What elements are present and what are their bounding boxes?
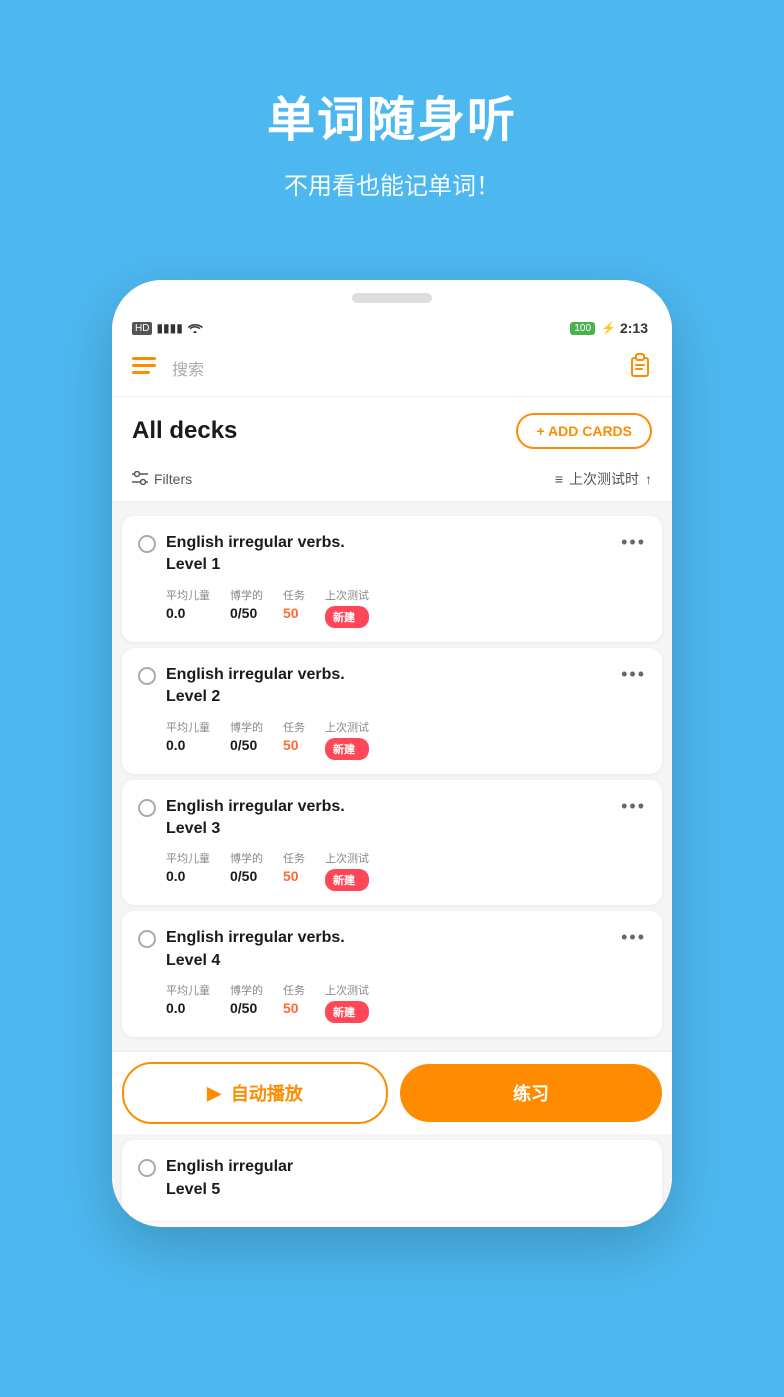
- deck-3-stats: 平均儿童 0.0 博学的 0/50 任务 50 上次测试: [138, 850, 646, 891]
- battery-indicator: 100: [570, 322, 595, 335]
- deck-card-3-header: English irregular verbs. Level 3 •••: [138, 796, 646, 841]
- stat-last-3: 上次测试 新建: [325, 850, 369, 891]
- stat-task-1: 任务 50: [283, 587, 305, 628]
- practice-label: 练习: [513, 1080, 549, 1106]
- hero-subtitle: 不用看也能记单词！: [284, 166, 500, 201]
- stat-last-4: 上次测试 新建: [325, 982, 369, 1023]
- deck-3-name-line2: Level 3: [166, 820, 220, 837]
- deck-partial-name: English irregular Level 5: [166, 1156, 293, 1201]
- bottom-buttons: ▶ 自动播放 练习: [112, 1051, 672, 1134]
- stat-avg-4: 平均儿童 0.0: [166, 982, 210, 1023]
- hd-label: HD: [132, 322, 152, 335]
- deck-4-checkbox[interactable]: [138, 930, 156, 948]
- stat-learned-1: 博学的 0/50: [230, 587, 263, 628]
- notch-pill: [352, 293, 432, 303]
- deck-1-more-button[interactable]: •••: [621, 532, 646, 553]
- deck-partial-checkbox[interactable]: [138, 1159, 156, 1177]
- deck-card-1-left: English irregular verbs. Level 1: [138, 532, 345, 577]
- deck-4-name: English irregular verbs. Level 4: [166, 927, 345, 972]
- deck-partial-name-line2: Level 5: [166, 1181, 220, 1198]
- signal-bars: ▮▮▮▮: [156, 321, 182, 335]
- sort-arrow: ↑: [645, 471, 652, 487]
- phone-frame: HD ▮▮▮▮ 100 ⚡ 2:13: [112, 280, 672, 1227]
- wifi-icon: [187, 321, 203, 336]
- filter-sliders-icon: [132, 471, 148, 488]
- stat-avg-2: 平均儿童 0.0: [166, 719, 210, 760]
- stat-avg-1: 平均儿童 0.0: [166, 587, 210, 628]
- deck-card-4[interactable]: English irregular verbs. Level 4 ••• 平均儿…: [122, 911, 662, 1037]
- decks-header: All decks + ADD CARDS: [112, 397, 672, 461]
- deck-card-2-header: English irregular verbs. Level 2 •••: [138, 664, 646, 709]
- deck-3-checkbox[interactable]: [138, 799, 156, 817]
- deck-partial-name-line1: English irregular: [166, 1158, 293, 1175]
- status-left: HD ▮▮▮▮: [132, 321, 203, 336]
- status-right: 100 ⚡ 2:13: [570, 320, 648, 336]
- deck-1-name: English irregular verbs. Level 1: [166, 532, 345, 577]
- play-icon: ▶: [207, 1083, 221, 1104]
- deck-card-1-header: English irregular verbs. Level 1 •••: [138, 532, 646, 577]
- time-display: 2:13: [620, 320, 648, 336]
- deck-3-name-line1: English irregular verbs.: [166, 798, 345, 815]
- hero-title: 单词随身听: [267, 80, 517, 150]
- auto-play-label: 自动播放: [231, 1080, 303, 1106]
- filters-right[interactable]: ≡ 上次测试时 ↑: [555, 469, 652, 489]
- nav-bar: 搜索: [112, 340, 672, 397]
- deck-1-name-line2: Level 1: [166, 556, 220, 573]
- status-bar: HD ▮▮▮▮ 100 ⚡ 2:13: [112, 316, 672, 340]
- stat-learned-3: 博学的 0/50: [230, 850, 263, 891]
- deck-card-partial-left: English irregular Level 5: [138, 1156, 293, 1201]
- auto-play-button[interactable]: ▶ 自动播放: [122, 1062, 388, 1124]
- filters-left[interactable]: Filters: [132, 471, 192, 488]
- stat-last-2: 上次测试 新建: [325, 719, 369, 760]
- deck-2-name-line2: Level 2: [166, 688, 220, 705]
- lightning-icon: ⚡: [601, 321, 616, 335]
- stat-last-1: 上次测试 新建: [325, 587, 369, 628]
- stat-learned-4: 博学的 0/50: [230, 982, 263, 1023]
- deck-card-partial-header: English irregular Level 5: [138, 1156, 646, 1201]
- phone-top-bar: [112, 280, 672, 316]
- decks-list: English irregular verbs. Level 1 ••• 平均儿…: [112, 502, 672, 1051]
- deck-4-name-line1: English irregular verbs.: [166, 929, 345, 946]
- deck-card-2-left: English irregular verbs. Level 2: [138, 664, 345, 709]
- deck-1-checkbox[interactable]: [138, 535, 156, 553]
- deck-3-more-button[interactable]: •••: [621, 796, 646, 817]
- clipboard-icon[interactable]: [628, 352, 652, 384]
- deck-card-3-left: English irregular verbs. Level 3: [138, 796, 345, 841]
- deck-2-name: English irregular verbs. Level 2: [166, 664, 345, 709]
- stat-task-2: 任务 50: [283, 719, 305, 760]
- deck-4-more-button[interactable]: •••: [621, 927, 646, 948]
- deck-card-4-left: English irregular verbs. Level 4: [138, 927, 345, 972]
- search-placeholder[interactable]: 搜索: [172, 356, 628, 380]
- deck-2-more-button[interactable]: •••: [621, 664, 646, 685]
- deck-4-name-line2: Level 4: [166, 952, 220, 969]
- content-area: All decks + ADD CARDS Filters: [112, 397, 672, 1221]
- hamburger-icon[interactable]: [132, 355, 156, 381]
- deck-2-stats: 平均儿童 0.0 博学的 0/50 任务 50 上次测试: [138, 719, 646, 760]
- decks-title: All decks: [132, 417, 237, 445]
- add-cards-button[interactable]: + ADD CARDS: [516, 413, 652, 449]
- deck-2-name-line1: English irregular verbs.: [166, 666, 345, 683]
- stat-avg-3: 平均儿童 0.0: [166, 850, 210, 891]
- filters-label: Filters: [154, 471, 192, 487]
- deck-4-stats: 平均儿童 0.0 博学的 0/50 任务 50 上次测试: [138, 982, 646, 1023]
- deck-card-4-header: English irregular verbs. Level 4 •••: [138, 927, 646, 972]
- deck-card-1[interactable]: English irregular verbs. Level 1 ••• 平均儿…: [122, 516, 662, 642]
- deck-2-checkbox[interactable]: [138, 667, 156, 685]
- sort-label: 上次测试时: [569, 469, 639, 489]
- deck-card-2[interactable]: English irregular verbs. Level 2 ••• 平均儿…: [122, 648, 662, 774]
- deck-card-3[interactable]: English irregular verbs. Level 3 ••• 平均儿…: [122, 780, 662, 906]
- filters-row: Filters ≡ 上次测试时 ↑: [112, 461, 672, 502]
- practice-button[interactable]: 练习: [400, 1064, 662, 1122]
- stat-task-4: 任务 50: [283, 982, 305, 1023]
- deck-3-name: English irregular verbs. Level 3: [166, 796, 345, 841]
- sort-icon: ≡: [555, 471, 563, 487]
- deck-1-stats: 平均儿童 0.0 博学的 0/50 任务 50 上次测试: [138, 587, 646, 628]
- deck-card-partial[interactable]: English irregular Level 5: [122, 1140, 662, 1221]
- phone-mockup: HD ▮▮▮▮ 100 ⚡ 2:13: [112, 280, 672, 1380]
- stat-learned-2: 博学的 0/50: [230, 719, 263, 760]
- stat-task-3: 任务 50: [283, 850, 305, 891]
- deck-1-name-line1: English irregular verbs.: [166, 534, 345, 551]
